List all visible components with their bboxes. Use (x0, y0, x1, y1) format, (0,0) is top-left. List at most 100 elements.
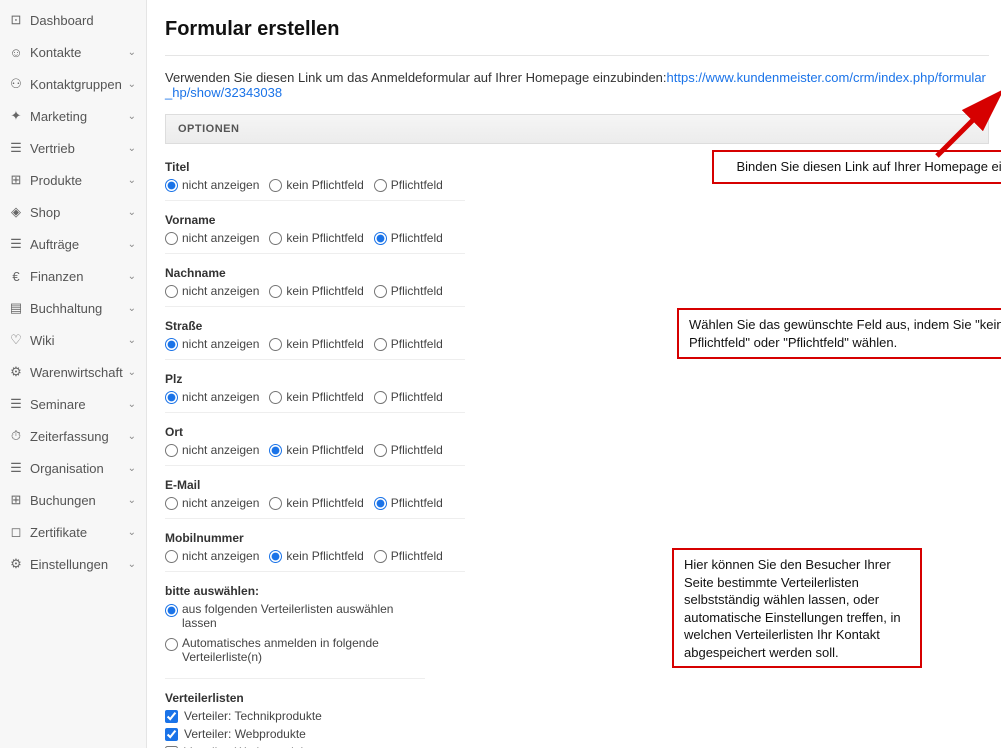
radio-option[interactable]: kein Pflichtfeld (269, 549, 363, 563)
sidebar-item-seminare[interactable]: ☰Seminare⌄ (0, 388, 146, 420)
radio-option[interactable]: kein Pflichtfeld (269, 284, 363, 298)
radio-option[interactable]: kein Pflichtfeld (269, 443, 363, 457)
radio-label: Pflichtfeld (391, 178, 443, 192)
annotation-link: Binden Sie diesen Link auf Ihrer Homepag… (712, 150, 1001, 184)
radio-option[interactable]: nicht anzeigen (165, 231, 259, 245)
radio-input[interactable] (165, 604, 178, 617)
radio-option[interactable]: nicht anzeigen (165, 390, 259, 404)
sidebar-item-finanzen[interactable]: €Finanzen⌄ (0, 260, 146, 292)
buchhaltung-icon: ▤ (8, 300, 24, 316)
field-title: Nachname (165, 266, 465, 280)
radio-input[interactable] (374, 497, 387, 510)
select-option[interactable]: aus folgenden Verteilerlisten auswählen … (165, 602, 425, 630)
radio-input[interactable] (269, 338, 282, 351)
sidebar-item-label: Dashboard (30, 13, 94, 28)
sidebar-item-produkte[interactable]: ⊞Produkte⌄ (0, 164, 146, 196)
intro-prefix: Verwenden Sie diesen Link um das Anmelde… (165, 70, 667, 85)
sidebar-item-zertifikate[interactable]: ◻Zertifikate⌄ (0, 516, 146, 548)
radio-input[interactable] (165, 497, 178, 510)
checkbox-input[interactable] (165, 710, 178, 723)
sidebar-item-vertrieb[interactable]: ☰Vertrieb⌄ (0, 132, 146, 164)
sidebar-item-dashboard[interactable]: ⊡Dashboard (0, 4, 146, 36)
radio-input[interactable] (374, 338, 387, 351)
radio-option[interactable]: nicht anzeigen (165, 443, 259, 457)
sidebar-item-organisation[interactable]: ☰Organisation⌄ (0, 452, 146, 484)
radio-option[interactable]: nicht anzeigen (165, 549, 259, 563)
field-title: Mobilnummer (165, 531, 465, 545)
radio-row: nicht anzeigen kein Pflichtfeld Pflichtfel… (165, 390, 465, 413)
radio-input[interactable] (269, 285, 282, 298)
radio-input[interactable] (374, 550, 387, 563)
radio-option[interactable]: nicht anzeigen (165, 337, 259, 351)
field-title: Vorname (165, 213, 465, 227)
radio-input[interactable] (269, 391, 282, 404)
select-group-title: bitte auswählen: (165, 584, 425, 598)
radio-input[interactable] (165, 391, 178, 404)
chevron-down-icon: ⌄ (128, 47, 136, 58)
verteiler-item[interactable]: Verteiler: Webprodukte (165, 727, 425, 741)
radio-input[interactable] (374, 285, 387, 298)
sidebar-item-aufträge[interactable]: ☰Aufträge⌄ (0, 228, 146, 260)
radio-input[interactable] (165, 179, 178, 192)
radio-option[interactable]: kein Pflichtfeld (269, 178, 363, 192)
radio-option[interactable]: Pflichtfeld (374, 443, 443, 457)
sidebar-item-warenwirtschaft[interactable]: ⚙Warenwirtschaft⌄ (0, 356, 146, 388)
radio-label: Pflichtfeld (391, 443, 443, 457)
field-group-e-mail: E-Mailnicht anzeigenkein PflichtfeldPfli… (165, 478, 465, 519)
radio-option[interactable]: Pflichtfeld (374, 496, 443, 510)
radio-option[interactable]: kein Pflichtfeld (269, 496, 363, 510)
radio-input[interactable] (165, 444, 178, 457)
radio-option[interactable]: Pflichtfeld (374, 390, 443, 404)
field-group-titel: Titelnicht anzeigenkein PflichtfeldPflic… (165, 160, 465, 201)
sidebar-item-kontakte[interactable]: ☺Kontakte⌄ (0, 36, 146, 68)
radio-input[interactable] (374, 179, 387, 192)
radio-option[interactable]: nicht anzeigen (165, 178, 259, 192)
radio-option[interactable]: kein Pflichtfeld (269, 390, 363, 404)
radio-option[interactable]: nicht anzeigen (165, 284, 259, 298)
radio-option[interactable]: kein Pflichtfeld (269, 231, 363, 245)
verteiler-item[interactable]: Verteiler: Technikprodukte (165, 709, 425, 723)
sidebar-item-marketing[interactable]: ✦Marketing⌄ (0, 100, 146, 132)
radio-label: nicht anzeigen (182, 178, 259, 192)
radio-input[interactable] (165, 232, 178, 245)
checkbox-input[interactable] (165, 728, 178, 741)
sidebar-item-shop[interactable]: ◈Shop⌄ (0, 196, 146, 228)
radio-input[interactable] (165, 285, 178, 298)
radio-input[interactable] (374, 232, 387, 245)
sidebar-item-einstellungen[interactable]: ⚙Einstellungen⌄ (0, 548, 146, 580)
radio-option[interactable]: Pflichtfeld (374, 284, 443, 298)
sidebar-item-zeiterfassung[interactable]: ⏱Zeiterfassung⌄ (0, 420, 146, 452)
radio-input[interactable] (374, 391, 387, 404)
sidebar-item-wiki[interactable]: ♡Wiki⌄ (0, 324, 146, 356)
radio-input[interactable] (165, 550, 178, 563)
radio-option[interactable]: kein Pflichtfeld (269, 337, 363, 351)
radio-input[interactable] (269, 232, 282, 245)
radio-input[interactable] (269, 497, 282, 510)
radio-option[interactable]: Pflichtfeld (374, 549, 443, 563)
sidebar-item-kontaktgruppen[interactable]: ⚇Kontaktgruppen⌄ (0, 68, 146, 100)
radio-option[interactable]: Pflichtfeld (374, 178, 443, 192)
radio-input[interactable] (269, 550, 282, 563)
sidebar-item-label: Warenwirtschaft (30, 365, 123, 380)
chevron-down-icon: ⌄ (128, 495, 136, 506)
sidebar-item-buchhaltung[interactable]: ▤Buchhaltung⌄ (0, 292, 146, 324)
chevron-down-icon: ⌄ (128, 239, 136, 250)
chevron-down-icon: ⌄ (128, 271, 136, 282)
radio-option[interactable]: Pflichtfeld (374, 337, 443, 351)
radio-input[interactable] (165, 338, 178, 351)
radio-row: nicht anzeigen kein Pflichtfeld Pflichtfel… (165, 231, 465, 254)
sidebar-item-label: Organisation (30, 461, 104, 476)
radio-input[interactable] (165, 638, 178, 651)
chevron-down-icon: ⌄ (128, 527, 136, 538)
radio-label: aus folgenden Verteilerlisten auswählen … (182, 602, 425, 630)
select-option[interactable]: Automatisches anmelden in folgende Verte… (165, 636, 425, 664)
radio-option[interactable]: nicht anzeigen (165, 496, 259, 510)
radio-input[interactable] (269, 179, 282, 192)
radio-option[interactable]: Pflichtfeld (374, 231, 443, 245)
radio-input[interactable] (269, 444, 282, 457)
verteiler-title: Verteilerlisten (165, 691, 425, 705)
sidebar-item-buchungen[interactable]: ⊞Buchungen⌄ (0, 484, 146, 516)
radio-input[interactable] (374, 444, 387, 457)
sidebar-item-label: Kontakte (30, 45, 81, 60)
buchungen-icon: ⊞ (8, 492, 24, 508)
